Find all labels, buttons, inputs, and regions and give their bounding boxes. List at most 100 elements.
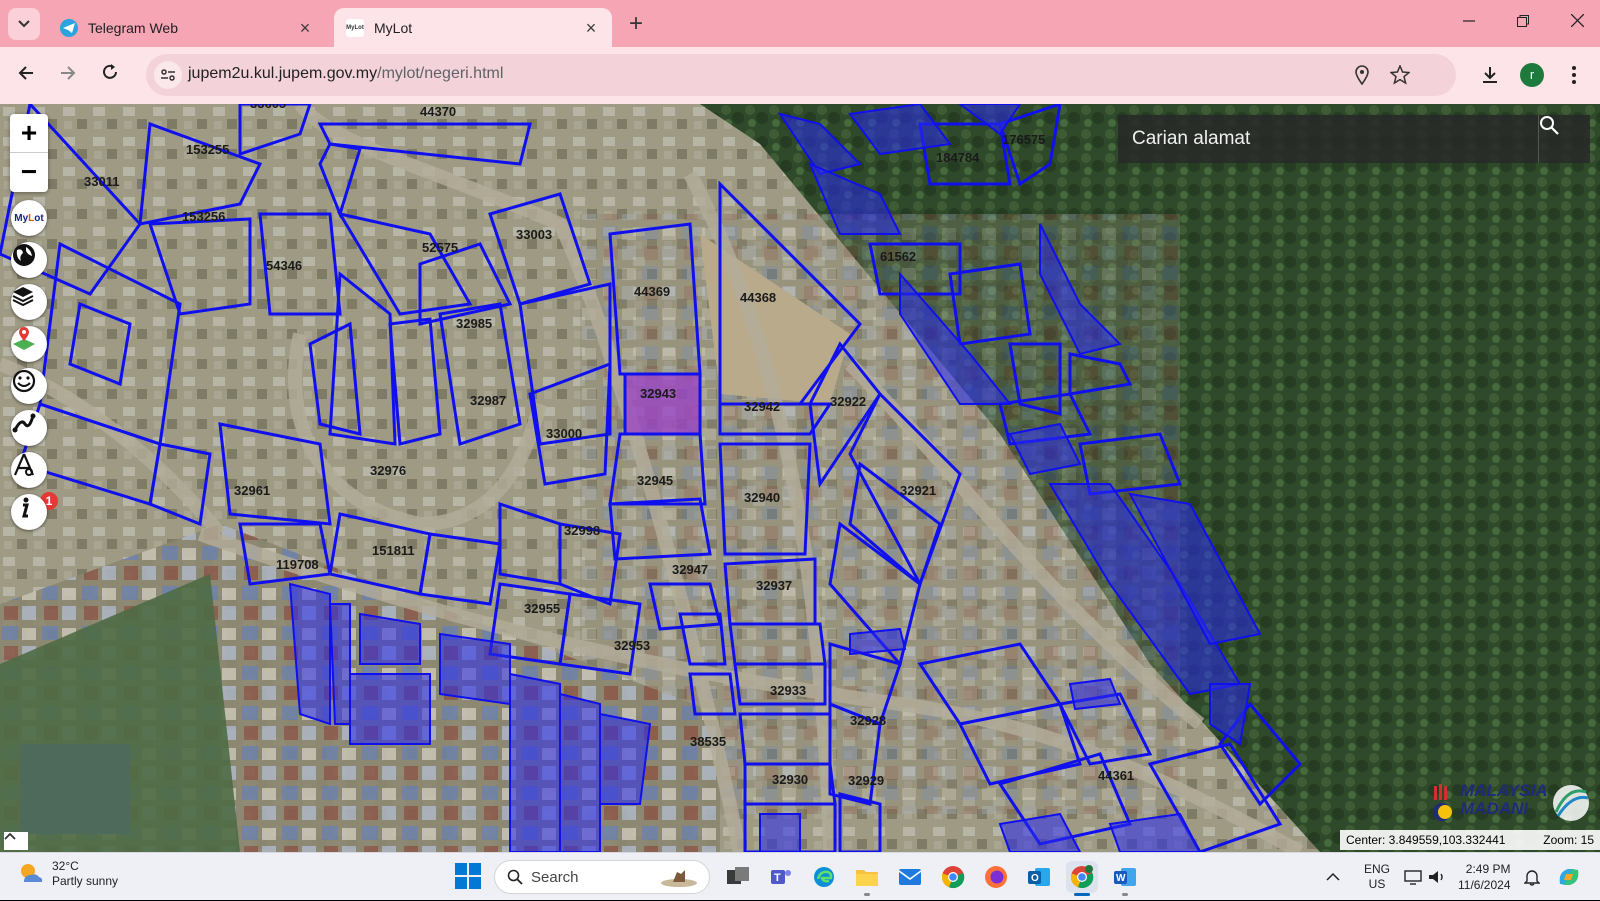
zoom-control: + − <box>10 114 48 192</box>
address-bar[interactable]: jupem2u.kul.jupem.gov.my/mylot/negeri.ht… <box>146 54 1456 96</box>
url-text[interactable]: jupem2u.kul.jupem.gov.my/mylot/negeri.ht… <box>188 65 503 83</box>
lot-label: 32976 <box>370 463 406 478</box>
lot-label: 33605 <box>250 104 286 111</box>
tab-title: MyLot <box>374 19 413 36</box>
download-icon <box>1483 67 1497 83</box>
layers-button[interactable] <box>11 284 47 320</box>
forward-button[interactable] <box>52 59 84 91</box>
site-info-icon[interactable] <box>154 61 182 89</box>
taskbar-chrome-profile[interactable] <box>1066 861 1098 896</box>
downloads-button[interactable] <box>1474 59 1506 91</box>
jupem-logo-icon <box>1553 785 1589 821</box>
mylot-home-button[interactable]: MyLot <box>11 200 47 236</box>
lot-label: 33011 <box>84 174 119 189</box>
search-icon <box>507 869 523 885</box>
madani-emblem-icon <box>1433 784 1452 821</box>
browser-menu-button[interactable] <box>1558 59 1590 91</box>
close-window-button[interactable] <box>1554 6 1600 40</box>
taskbar-mail[interactable] <box>894 861 926 893</box>
taskbar-file-explorer[interactable] <box>851 861 883 896</box>
start-button[interactable] <box>455 863 481 889</box>
taskbar-firefox[interactable] <box>980 861 1012 893</box>
zoom-in-button[interactable]: + <box>10 114 48 153</box>
chevron-up-icon[interactable] <box>1326 872 1340 882</box>
route-button[interactable] <box>11 410 47 446</box>
minimize-button[interactable] <box>1446 6 1492 40</box>
language-code: ENG <box>1364 862 1391 876</box>
firefox-icon <box>985 866 1007 888</box>
arrow-left-icon <box>18 66 33 80</box>
language-indicator[interactable]: ENG US <box>1364 853 1390 901</box>
mylot-logo-icon: MyLot <box>14 212 44 224</box>
zoom-out-button[interactable]: − <box>10 153 48 192</box>
taskbar-word[interactable]: W <box>1109 861 1141 896</box>
lot-label: 32940 <box>744 490 780 505</box>
search-icon <box>1540 116 1559 135</box>
address-search-button[interactable] <box>1538 115 1590 163</box>
lot-label: 184784 <box>936 150 980 165</box>
location-button[interactable] <box>11 326 47 362</box>
map-center-readout: Center: 3.849559,103.332441 <box>1346 833 1506 847</box>
tab-search-button[interactable] <box>8 8 40 40</box>
lot-label: 32921 <box>900 483 936 498</box>
weather-condition: Partly sunny <box>52 874 119 888</box>
profile-button[interactable]: r <box>1516 59 1548 91</box>
basemap-button[interactable] <box>11 242 47 278</box>
lot-label: 44370 <box>420 104 456 119</box>
lot-label: 32930 <box>772 772 808 787</box>
lot-label: 32928 <box>850 713 886 728</box>
location-pin-icon[interactable] <box>1350 63 1374 87</box>
more-vertical-icon <box>1572 66 1576 84</box>
lot-label: 33000 <box>546 426 582 441</box>
madani-text: MALAYSIA MADANI <box>1460 781 1548 818</box>
chrome-icon <box>1070 865 1094 889</box>
back-button[interactable] <box>10 59 42 91</box>
reload-button[interactable] <box>94 59 126 91</box>
copilot-icon[interactable] <box>1556 853 1582 901</box>
clock-date: 11/6/2024 <box>1458 878 1511 892</box>
lot-label: 32929 <box>848 773 884 788</box>
info-button[interactable] <box>11 494 47 530</box>
restore-button[interactable] <box>1500 6 1546 40</box>
tab-mylot[interactable]: MyLot MyLot × <box>334 8 612 47</box>
map-status-bar: Center: 3.849559,103.332441 Zoom: 15 <box>1340 830 1600 850</box>
map-view[interactable]: 33605 44370 176575 153255 33011 184784 1… <box>0 104 1600 852</box>
volume-icon[interactable] <box>1428 853 1446 901</box>
close-tab-icon[interactable]: × <box>296 19 314 37</box>
feedback-button[interactable] <box>11 368 47 404</box>
taskbar-chrome[interactable] <box>937 861 969 893</box>
bookmark-star-icon[interactable] <box>1388 63 1412 87</box>
lot-label: 32953 <box>614 638 650 653</box>
windows-icon <box>455 863 481 889</box>
new-tab-button[interactable]: + <box>622 10 650 38</box>
clock[interactable]: 2:49 PM 11/6/2024 <box>1458 853 1511 901</box>
arrow-right-icon <box>61 66 76 80</box>
lot-label: 44361 <box>1098 768 1134 783</box>
collapse-panel-button[interactable] <box>4 832 28 850</box>
cadastral-map[interactable]: 33605 44370 176575 153255 33011 184784 1… <box>0 104 1600 852</box>
taskbar-outlook[interactable]: O <box>1023 861 1055 893</box>
lot-label: 32937 <box>756 578 792 593</box>
measure-icon <box>13 453 35 476</box>
taskbar-teams[interactable]: T <box>765 861 797 893</box>
taskbar-edge[interactable] <box>808 861 840 893</box>
lot-label: 38535 <box>690 734 726 749</box>
task-view-button[interactable] <box>722 861 754 893</box>
clock-time: 2:49 PM <box>1465 862 1511 876</box>
svg-text:W: W <box>1116 873 1126 884</box>
close-tab-icon[interactable]: × <box>582 19 600 37</box>
measure-button[interactable] <box>11 452 47 488</box>
lot-label: 151811 <box>372 543 415 558</box>
search-highlight-icon <box>661 870 697 887</box>
weather-widget[interactable]: 32°C Partly sunny <box>16 859 118 889</box>
lot-label: 32961 <box>234 483 270 498</box>
address-search-input[interactable] <box>1118 115 1538 163</box>
lot-label: 153256 <box>182 209 225 224</box>
network-icon[interactable] <box>1404 853 1422 901</box>
tab-telegram[interactable]: Telegram Web × <box>48 8 326 47</box>
map-zoom-readout: Zoom: 15 <box>1543 833 1594 847</box>
taskbar-search-label: Search <box>531 868 579 886</box>
avatar: r <box>1520 63 1544 87</box>
notifications-icon[interactable] <box>1524 853 1540 901</box>
taskbar-search[interactable]: Search <box>494 860 710 894</box>
